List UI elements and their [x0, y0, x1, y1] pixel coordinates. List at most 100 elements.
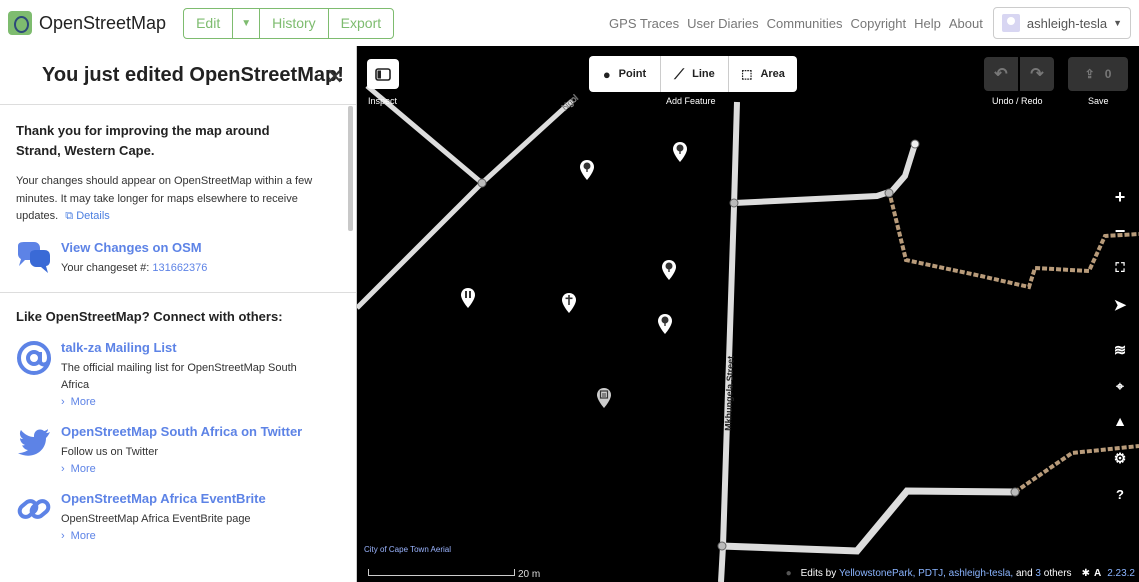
geolocate-button[interactable]: ➤ — [1107, 292, 1133, 318]
road-vertex[interactable] — [910, 139, 920, 149]
chevron-right-icon: › — [61, 463, 65, 475]
track-segment[interactable] — [887, 190, 1139, 290]
avatar — [1001, 14, 1020, 32]
help-button[interactable]: ? — [1107, 481, 1133, 507]
road-vertex[interactable] — [1010, 487, 1020, 497]
upload-icon: ⇪ — [1084, 67, 1095, 81]
add-line-button[interactable]: ⟋ Line — [661, 56, 729, 92]
community-item-eventbrite: OpenStreetMap Africa EventBrite OpenStre… — [16, 491, 340, 542]
nav-gps-traces[interactable]: GPS Traces — [609, 16, 679, 31]
edit-button[interactable]: Edit — [184, 8, 234, 38]
focus-icon: ⛶ — [1115, 260, 1125, 275]
community-title-link[interactable]: OpenStreetMap Africa EventBrite — [61, 491, 306, 506]
undo-button[interactable]: ↶ — [984, 57, 1018, 91]
more-toggle[interactable]: › More — [61, 396, 306, 408]
community-title-link[interactable]: OpenStreetMap South Africa on Twitter — [61, 424, 306, 439]
inspect-label: Inspect — [368, 96, 398, 106]
road-segment[interactable] — [357, 99, 574, 310]
osm-speech-bubbles-icon — [18, 241, 50, 273]
map-data-button[interactable]: ⌖ — [1107, 373, 1133, 399]
road-vertex[interactable] — [477, 178, 487, 188]
line-icon: ⟋ — [674, 65, 685, 82]
nav-copyright[interactable]: Copyright — [850, 16, 906, 31]
map-data-icon: ⌖ — [1116, 377, 1124, 394]
bug-icon[interactable]: ✱ — [1082, 568, 1090, 579]
nav-communities[interactable]: Communities — [767, 16, 843, 31]
user-menu-button[interactable]: ashleigh-tesla ▼ — [992, 7, 1131, 39]
thanks-message: Thank you for improving the map around S… — [16, 123, 270, 158]
redo-button[interactable]: ↷ — [1020, 57, 1054, 91]
changeset-number-link[interactable]: 131662376 — [152, 262, 207, 274]
imagery-attribution[interactable]: City of Cape Town Aerial — [364, 545, 451, 554]
more-toggle[interactable]: › More — [61, 463, 306, 475]
road-segment[interactable] — [720, 487, 1016, 555]
minus-icon: − — [1114, 221, 1126, 235]
others-count-link[interactable]: 3 — [1035, 568, 1041, 579]
poi-pin-tree-icon[interactable] — [580, 160, 594, 180]
export-button[interactable]: Export — [329, 9, 393, 38]
save-button[interactable]: ⇪ 0 — [1068, 57, 1128, 91]
undo-icon: ↶ — [994, 66, 1008, 83]
edit-history-export-group: Edit ▼ History Export — [183, 7, 395, 39]
map-canvas[interactable]: Ngol Mkhungela Street Inspect ● Point ⟋ Li… — [357, 46, 1139, 582]
close-icon[interactable]: ✕ — [326, 64, 344, 90]
translate-icon[interactable]: A — [1094, 568, 1101, 579]
twitter-icon — [18, 429, 50, 456]
redo-icon: ↷ — [1030, 66, 1044, 83]
zoom-out-button[interactable]: − — [1107, 221, 1133, 235]
version-link[interactable]: 2.23.2 — [1107, 568, 1135, 579]
community-title-link[interactable]: talk-za Mailing List — [61, 340, 306, 355]
view-changes-link[interactable]: View Changes on OSM — [61, 240, 306, 255]
community-item-mailing-list: talk-za Mailing List The official mailin… — [16, 340, 340, 408]
preferences-button[interactable]: ⚙ — [1107, 445, 1133, 471]
nav-about[interactable]: About — [949, 16, 983, 31]
community-section: Like OpenStreetMap? Connect with others:… — [0, 293, 356, 542]
history-button[interactable]: History — [260, 8, 329, 38]
poi-pin-toilets-icon[interactable] — [461, 288, 475, 308]
details-label: Details — [76, 210, 110, 222]
external-link-icon: ⧉ — [65, 210, 74, 222]
line-label: Line — [692, 68, 715, 80]
poi-pin-cross-icon[interactable] — [562, 293, 576, 313]
top-navigation-bar: OpenStreetMap Edit ▼ History Export GPS … — [0, 0, 1139, 46]
community-description: The official mailing list for OpenStreet… — [61, 362, 297, 391]
warning-icon: ▲ — [1113, 413, 1127, 429]
changeset-prefix: Your changeset #: — [61, 261, 150, 274]
poi-pin-tree-icon[interactable] — [658, 314, 672, 334]
nav-links: GPS Traces User Diaries Communities Copy… — [609, 7, 1131, 39]
link-icon — [17, 499, 51, 519]
issues-button[interactable]: ▲ — [1107, 408, 1133, 434]
sidebar-scrollbar[interactable] — [348, 106, 353, 231]
zoom-to-selection-button[interactable]: ⛶ — [1107, 255, 1133, 281]
others-label: others — [1043, 567, 1072, 579]
poi-pin-tree-icon[interactable] — [662, 260, 676, 280]
add-feature-label: Add Feature — [666, 96, 716, 106]
background-settings-button[interactable]: ≋ — [1107, 337, 1133, 363]
more-toggle[interactable]: › More — [61, 530, 306, 542]
road-vertex[interactable] — [729, 198, 739, 208]
zoom-in-button[interactable]: + — [1107, 184, 1133, 210]
add-area-button[interactable]: ⬚ Area — [729, 56, 797, 92]
road-mkhungela-street[interactable] — [718, 101, 740, 582]
inspect-toggle-button[interactable] — [367, 59, 399, 89]
nav-user-diaries[interactable]: User Diaries — [687, 16, 759, 31]
add-point-button[interactable]: ● Point — [589, 56, 661, 92]
scale-bar[interactable] — [368, 569, 515, 576]
help-icon: ? — [1116, 486, 1124, 502]
osm-logo-icon — [8, 11, 32, 35]
edit-dropdown-chevron-icon[interactable]: ▼ — [233, 8, 261, 38]
layers-icon: ≋ — [1113, 342, 1127, 359]
road-vertex[interactable] — [717, 541, 727, 551]
osm-logo-link[interactable]: OpenStreetMap — [8, 11, 166, 35]
user-name: ashleigh-tesla — [1026, 15, 1108, 31]
chevron-down-icon: ▼ — [1113, 18, 1122, 28]
contributors-link[interactable]: YellowstonePark, PDTJ, ashleigh-tesla, — [839, 568, 1013, 579]
poi-pin-building-icon[interactable] — [597, 388, 611, 408]
brand-name: OpenStreetMap — [39, 12, 167, 33]
map-marker-icon: ● — [602, 66, 611, 82]
details-link[interactable]: ⧉ Details — [65, 210, 110, 222]
area-label: Area — [760, 68, 785, 80]
road-vertex[interactable] — [884, 188, 894, 198]
poi-pin-tree-icon[interactable] — [673, 142, 687, 162]
nav-help[interactable]: Help — [914, 16, 941, 31]
